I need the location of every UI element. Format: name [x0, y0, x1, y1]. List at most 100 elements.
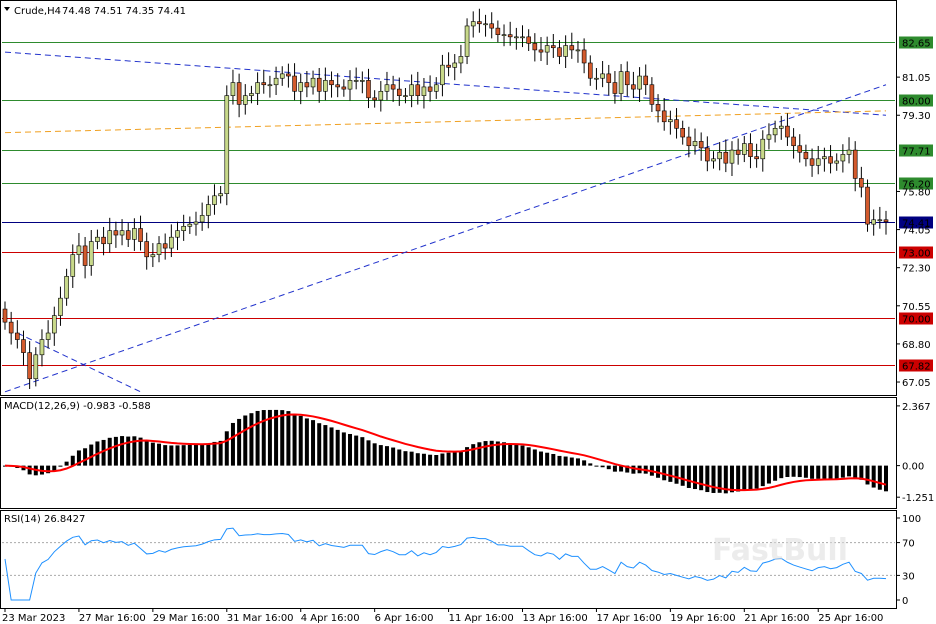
candle-body [840, 154, 846, 162]
candle-body [452, 62, 458, 68]
macd-bar [773, 465, 778, 481]
macd-bar [323, 425, 328, 466]
candle-body [286, 73, 291, 77]
candle-body [464, 25, 470, 57]
candle-body [169, 236, 174, 249]
macd-bar [163, 445, 168, 466]
macd-bar [292, 413, 297, 466]
candle-body [242, 95, 248, 105]
macd-bar [729, 465, 734, 493]
candle-body [815, 158, 821, 166]
macd-bar [693, 465, 698, 490]
candle-body [39, 339, 45, 356]
macd-bar [428, 454, 433, 466]
x-tick-label: 6 Apr 16:00 [375, 613, 434, 624]
candle-body [316, 77, 322, 92]
candle-body [384, 84, 390, 92]
candle-body [551, 45, 556, 49]
candle-body [175, 230, 180, 238]
candle-body [828, 156, 833, 164]
macd-bar [101, 439, 106, 466]
macd-bar [280, 410, 285, 466]
x-tick-label: 25 Apr 16:00 [818, 613, 883, 624]
candle-body [668, 119, 673, 123]
candle-body [680, 128, 685, 138]
candle-body [809, 158, 815, 166]
candle-body [852, 149, 858, 179]
candle-body [335, 84, 340, 88]
candle-body [224, 95, 230, 194]
candle-body [606, 73, 612, 83]
candle-body [723, 151, 729, 164]
macd-bar [329, 427, 334, 466]
macd-bar [372, 443, 377, 466]
macd-bar [150, 442, 155, 466]
macd-bar [237, 418, 242, 466]
macd-bar [816, 465, 821, 479]
macd-bar [674, 465, 679, 484]
macd-bar [865, 465, 870, 485]
macd-bar [157, 443, 162, 466]
macd-bar [169, 445, 174, 466]
macd-bar [754, 465, 759, 489]
macd-bar [440, 453, 445, 466]
macd-bar [563, 456, 568, 466]
y-tick-label: 81.05 [902, 73, 931, 84]
macd-bar [884, 465, 888, 492]
candle-body [587, 62, 593, 79]
candle-body [95, 236, 100, 242]
candle-body [390, 84, 396, 90]
macd-bar [810, 465, 815, 479]
candle-body [495, 27, 501, 35]
macd-bar [612, 465, 617, 472]
candle-body [507, 34, 513, 38]
y-tick-label: -1.251 [902, 493, 934, 504]
macd-bar [508, 443, 513, 466]
macd-bar [594, 465, 599, 467]
macd-bar [70, 455, 75, 466]
trendline [4, 84, 887, 393]
macd-bar [397, 449, 402, 466]
candle-body [310, 77, 316, 88]
macd-bar [840, 465, 845, 478]
candle-body [206, 204, 211, 216]
macd-bar [304, 418, 309, 466]
macd-bar [193, 444, 198, 466]
trading-chart[interactable]: 82.6580.0077.7176.2074.4173.0070.0067.82… [0, 0, 936, 624]
candle-body [538, 49, 544, 53]
candle-body [51, 315, 57, 334]
candle-body [273, 77, 279, 86]
macd-bar [249, 413, 254, 466]
price-axis: 81.05 79.30 75.80 74.05 72.30 70.55 68.80 67.05 [896, 73, 931, 389]
y-tick-label: 30 [902, 571, 915, 582]
candle-body [156, 243, 162, 255]
price-levels: 82.6580.0077.7176.2074.4173.0070.0067.82 [2, 36, 933, 373]
y-tick-label: 72.30 [902, 264, 931, 275]
macd-bar [181, 445, 186, 466]
candle-body [45, 332, 51, 340]
candle-body [520, 36, 525, 39]
macd-bar [822, 465, 827, 479]
macd-bar [606, 465, 611, 470]
level-tag-label: 82.65 [902, 39, 931, 50]
candle-body [822, 156, 827, 160]
candle-body [649, 84, 655, 105]
macd-bar [83, 448, 88, 466]
y-tick-label: 68.80 [902, 340, 931, 351]
macd-bar [575, 458, 580, 466]
candle-body [119, 230, 125, 236]
candle-body [187, 223, 193, 227]
candle-body [865, 186, 870, 225]
macd-bar [409, 451, 414, 466]
macd-bar [551, 453, 556, 466]
macd-bar [52, 465, 57, 471]
candle-body [803, 151, 809, 160]
candle-body [292, 75, 297, 92]
candle-body [101, 236, 106, 245]
candle-body [267, 84, 273, 87]
x-tick-label: 17 Apr 16:00 [596, 613, 661, 624]
macd-bar [785, 465, 790, 477]
collapse-triangle-icon[interactable] [4, 7, 10, 11]
candle-body [138, 228, 143, 242]
macd-bar [686, 465, 691, 488]
